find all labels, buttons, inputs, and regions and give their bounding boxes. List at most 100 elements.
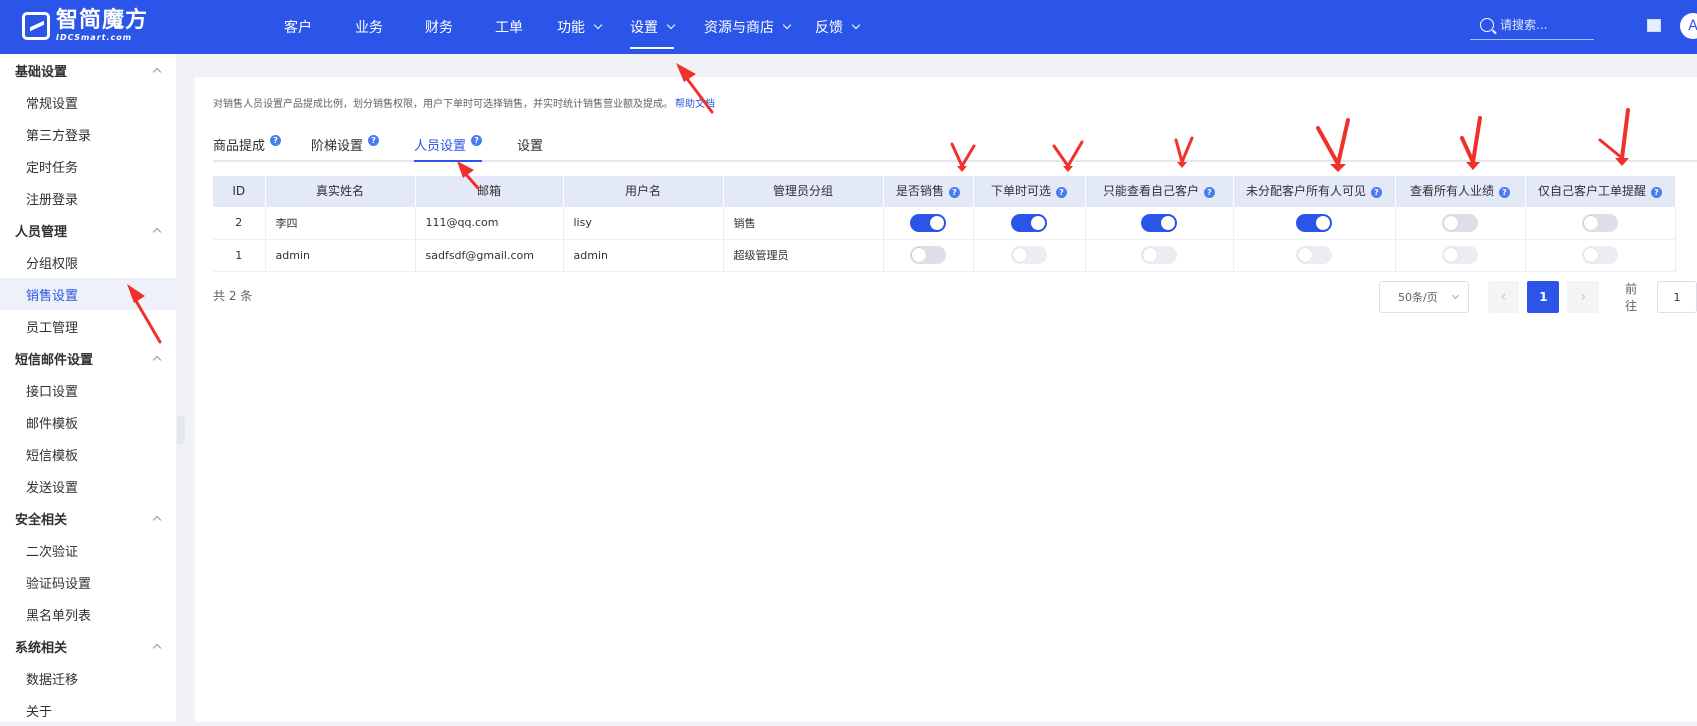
help-icon[interactable]: ? bbox=[1371, 187, 1382, 198]
cell-group: 销售 bbox=[723, 207, 884, 240]
toggle-switch[interactable] bbox=[910, 213, 946, 232]
sidebar-item[interactable]: 销售设置 bbox=[0, 278, 176, 310]
user-avatar[interactable]: A bbox=[1680, 13, 1697, 39]
pagination: 50条/页 ‹ 1 › 前往 bbox=[1379, 281, 1697, 313]
help-icon[interactable]: ? bbox=[1204, 187, 1215, 198]
sidebar-item[interactable]: 验证码设置 bbox=[0, 566, 176, 598]
toggle-switch[interactable] bbox=[1442, 213, 1478, 232]
nav-item-label: 业务 bbox=[355, 20, 383, 36]
settings-tab[interactable]: 设置 bbox=[517, 129, 543, 162]
search-icon bbox=[1480, 17, 1494, 32]
brand-logo[interactable]: 智简魔方 IDCSmart.com bbox=[22, 10, 148, 42]
help-icon[interactable]: ? bbox=[368, 135, 380, 146]
help-icon[interactable]: ? bbox=[1651, 187, 1662, 198]
cell-toggle bbox=[973, 207, 1086, 240]
toggle-switch[interactable] bbox=[1296, 213, 1332, 232]
toggle-switch[interactable] bbox=[1141, 213, 1177, 232]
column-header-label: 管理员分组 bbox=[772, 184, 833, 198]
nav-item[interactable]: 反馈 bbox=[815, 0, 861, 54]
chevron-up-icon bbox=[152, 515, 162, 524]
help-icon[interactable]: ? bbox=[949, 187, 960, 198]
sidebar-group-header[interactable]: 系统相关 bbox=[0, 630, 176, 662]
column-header-label: 只能查看自己客户 bbox=[1102, 184, 1199, 198]
settings-tab[interactable]: 阶梯设置? bbox=[311, 129, 380, 162]
settings-tabs: 商品提成? 阶梯设置? 人员设置? 设置 bbox=[213, 129, 1697, 162]
cell-toggle bbox=[1395, 207, 1526, 240]
chevron-down-icon bbox=[593, 20, 603, 30]
column-header: 未分配客户所有人可见? bbox=[1233, 176, 1396, 207]
column-header-label: 真实姓名 bbox=[315, 184, 364, 198]
nav-item[interactable]: 功能 bbox=[557, 0, 603, 54]
column-header: 邮箱 bbox=[415, 176, 564, 207]
logo-icon bbox=[22, 12, 50, 40]
column-header: 查看所有人业绩? bbox=[1395, 176, 1526, 207]
goto-page-input[interactable] bbox=[1656, 281, 1697, 313]
chevron-down-icon bbox=[851, 20, 861, 30]
sidebar-item[interactable]: 分组权限 bbox=[0, 246, 176, 278]
sidebar-group-header[interactable]: 安全相关 bbox=[0, 502, 176, 534]
global-search[interactable] bbox=[1470, 10, 1594, 40]
sidebar-group-title: 短信邮件设置 bbox=[15, 352, 94, 368]
nav-item[interactable]: 工单 bbox=[495, 0, 523, 54]
column-header-label: 邮箱 bbox=[476, 184, 501, 198]
sidebar-group-title: 基础设置 bbox=[15, 64, 68, 80]
cell-name: admin bbox=[265, 239, 416, 272]
sidebar-item[interactable]: 常规设置 bbox=[0, 86, 176, 118]
sidebar-item[interactable]: 数据迁移 bbox=[0, 662, 176, 694]
help-icon[interactable]: ? bbox=[1056, 187, 1067, 198]
cell-username: lisy bbox=[563, 207, 724, 240]
nav-item[interactable]: 资源与商店 bbox=[704, 0, 792, 54]
cell-toggle bbox=[1395, 239, 1526, 272]
sidebar-group-header[interactable]: 基础设置 bbox=[0, 54, 176, 86]
column-header: 用户名 bbox=[563, 176, 724, 207]
page-number-button[interactable]: 1 bbox=[1527, 281, 1560, 313]
sidebar-item[interactable]: 注册登录 bbox=[0, 182, 176, 214]
sidebar-item[interactable]: 发送设置 bbox=[0, 470, 176, 502]
nav-item[interactable]: 客户 bbox=[284, 0, 312, 54]
tab-label: 人员设置 bbox=[414, 139, 467, 154]
toggle-switch bbox=[1011, 246, 1047, 264]
goto-label: 前往 bbox=[1625, 282, 1638, 313]
sidebar-item[interactable]: 邮件模板 bbox=[0, 406, 176, 438]
chevron-down-icon bbox=[1451, 291, 1459, 300]
search-input[interactable] bbox=[1498, 16, 1588, 33]
toggle-switch[interactable] bbox=[910, 246, 946, 264]
chevron-up-icon bbox=[152, 67, 162, 76]
prev-page-button[interactable]: ‹ bbox=[1487, 281, 1520, 313]
help-icon[interactable]: ? bbox=[1499, 187, 1510, 198]
nav-item[interactable]: 设置 bbox=[630, 0, 676, 54]
page-size-select[interactable]: 50条/页 bbox=[1379, 281, 1469, 313]
sidebar-item[interactable]: 短信模板 bbox=[0, 438, 176, 470]
settings-tab[interactable]: 人员设置? bbox=[414, 129, 483, 162]
nav-item-label: 反馈 bbox=[815, 20, 843, 36]
sidebar-collapse-handle[interactable] bbox=[177, 416, 185, 444]
sidebar-item[interactable]: 关于 bbox=[0, 694, 176, 726]
nav-item[interactable]: 财务 bbox=[425, 0, 453, 54]
sidebar-item[interactable]: 二次验证 bbox=[0, 534, 176, 566]
help-doc-link[interactable]: 帮助文档 bbox=[675, 99, 715, 110]
sidebar-group-header[interactable]: 人员管理 bbox=[0, 214, 176, 246]
help-icon[interactable]: ? bbox=[270, 135, 282, 146]
toggle-switch[interactable] bbox=[1011, 213, 1047, 232]
table-row: 2 李四 111@qq.com lisy 销售 bbox=[213, 207, 1676, 240]
toggle-switch[interactable] bbox=[1582, 213, 1618, 232]
help-icon[interactable]: ? bbox=[471, 135, 483, 146]
sidebar-item[interactable]: 员工管理 bbox=[0, 310, 176, 342]
sidebar-group-header[interactable]: 短信邮件设置 bbox=[0, 342, 176, 374]
chevron-down-icon bbox=[666, 20, 676, 30]
sidebar-item[interactable]: 黑名单列表 bbox=[0, 598, 176, 630]
nav-item-label: 工单 bbox=[495, 20, 523, 36]
cell-username: admin bbox=[563, 239, 724, 272]
column-header: 下单时可选? bbox=[973, 176, 1086, 207]
toggle-switch bbox=[1296, 246, 1332, 264]
column-header-label: 是否销售 bbox=[895, 184, 944, 198]
next-page-button[interactable]: › bbox=[1567, 281, 1600, 313]
sidebar-item[interactable]: 定时任务 bbox=[0, 150, 176, 182]
sidebar-item[interactable]: 第三方登录 bbox=[0, 118, 176, 150]
broken-image-icon[interactable] bbox=[1647, 19, 1661, 32]
settings-tab[interactable]: 商品提成? bbox=[213, 129, 282, 162]
table-row: 1 admin sadfsdf@gmail.com admin 超级管理员 bbox=[213, 239, 1676, 272]
toggle-switch bbox=[1582, 246, 1618, 264]
nav-item[interactable]: 业务 bbox=[355, 0, 383, 54]
sidebar-item[interactable]: 接口设置 bbox=[0, 374, 176, 406]
